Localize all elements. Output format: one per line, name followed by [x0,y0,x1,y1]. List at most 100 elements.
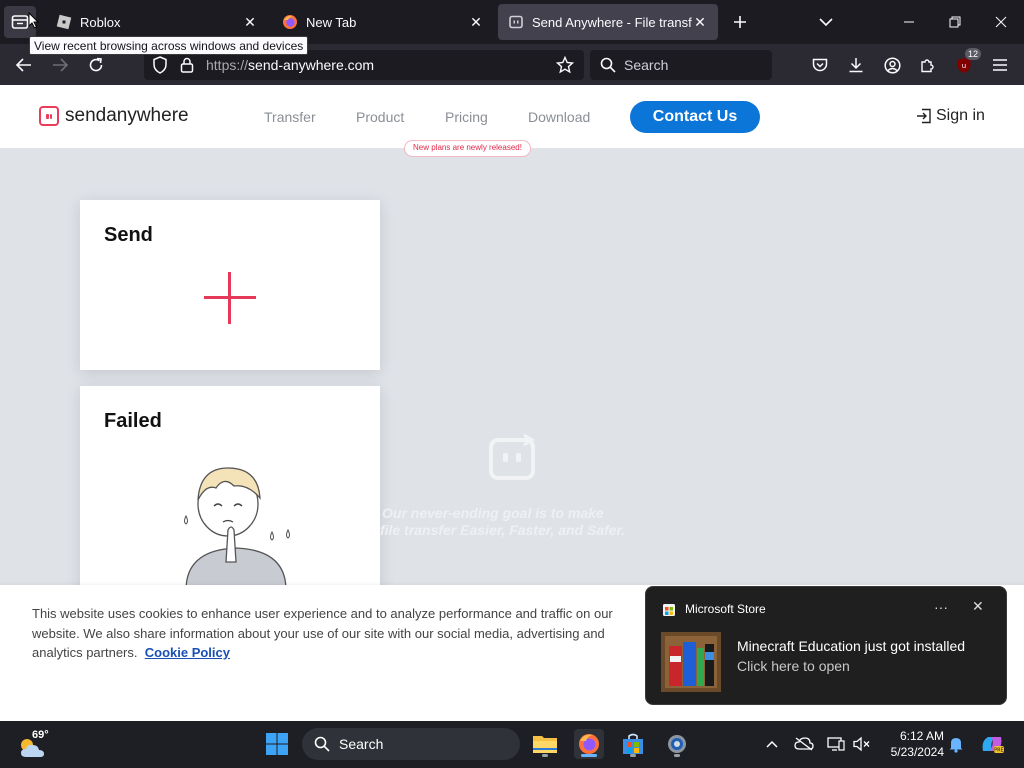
nav-pricing[interactable]: Pricing [445,109,488,125]
chevron-up-icon [766,740,778,748]
pocket-icon [812,58,828,71]
cookie-policy-link[interactable]: Cookie Policy [145,645,230,660]
system-clock[interactable]: 6:12 AM 5/23/2024 [880,728,944,760]
volume-tray-icon[interactable] [852,733,872,755]
copilot-button[interactable]: PRE [978,733,1006,755]
firefox-taskbar-button[interactable] [574,729,604,759]
send-anywhere-logo-icon [39,106,59,126]
close-tab-icon[interactable]: ✕ [242,14,258,30]
start-button[interactable] [262,729,292,759]
send-card-title: Send [104,224,153,246]
close-window-button[interactable] [978,0,1024,44]
puzzle-icon [921,59,934,73]
add-file-plus-icon[interactable] [204,272,256,324]
clock-date: 5/23/2024 [890,745,944,759]
main-content: Send Failed Our never-ending goal is to … [0,150,1024,585]
forward-button[interactable] [46,51,74,79]
sign-in-icon [917,108,931,124]
tab-roblox[interactable]: Roblox ✕ [46,4,268,40]
windows-notification-toast[interactable]: Microsoft Store ··· ✕ Minecraft Educatio… [645,586,1007,705]
cookie-message: This website uses cookies to enhance use… [32,606,613,660]
logo-text-suffix: anywhere [106,105,189,126]
send-card[interactable]: Send [80,200,380,370]
sign-in-label: Sign in [936,107,985,124]
toast-close-icon[interactable]: ✕ [972,598,984,615]
svg-text:u: u [962,62,966,70]
send-anywhere-favicon-icon [509,15,523,29]
nav-download[interactable]: Download [528,109,590,125]
toast-more-options-icon[interactable]: ··· [934,599,948,615]
extensions-button[interactable] [914,51,942,79]
firefox-icon [579,734,599,754]
copilot-icon: PRE [982,737,1004,754]
new-tab-button[interactable] [726,8,754,36]
back-button[interactable] [10,51,38,79]
bookmark-star-icon[interactable] [556,56,574,74]
ublock-extension-button[interactable]: u 12 [950,48,981,79]
microsoft-store-button[interactable] [618,729,648,759]
failed-card: Failed [80,386,380,585]
running-indicator [542,754,548,757]
tooltip: View recent browsing across windows and … [29,36,309,55]
search-bar[interactable]: Search [590,50,772,80]
cloud-offline-icon [794,737,814,751]
network-tray-icon[interactable] [826,733,846,755]
settings-button[interactable] [662,729,692,759]
firefox-view-icon [11,15,29,29]
tab-new-tab[interactable]: New Tab ✕ [272,4,494,40]
forward-arrow-icon [53,58,68,72]
show-hidden-icons-button[interactable] [762,733,782,755]
slogan-line-1: Our never-ending goal is to make [382,505,604,521]
plus-icon [734,16,746,28]
close-tab-icon[interactable]: ✕ [468,14,484,30]
reload-icon [89,57,103,72]
toast-subtitle: Click here to open [737,658,850,674]
account-icon [883,56,901,74]
microsoft-store-icon [623,733,643,754]
downloads-button[interactable] [842,51,870,79]
notifications-button[interactable] [946,733,966,755]
svg-text:PRE: PRE [994,748,1004,754]
weather-widget[interactable]: 69° [18,729,52,759]
taskbar-search-label: Search [339,736,384,752]
list-all-tabs-button[interactable] [812,8,840,36]
speaker-muted-icon [853,736,870,752]
account-button[interactable] [878,51,906,79]
tab-send-anywhere[interactable]: Send Anywhere - File transfer ✕ [498,4,718,40]
sign-in-link[interactable]: Sign in [916,107,985,125]
toast-title: Minecraft Education just got installed [737,638,966,654]
site-header: send anywhere Transfer Product Pricing Do… [0,85,1024,157]
reload-button[interactable] [82,51,110,79]
tab-label: New Tab [306,14,357,30]
shield-icon[interactable] [152,56,168,74]
bell-icon [949,738,963,753]
url-text[interactable]: https://send-anywhere.com [206,57,374,73]
menu-button[interactable] [986,51,1014,79]
lock-icon[interactable] [180,57,194,73]
running-indicator [630,754,636,757]
download-icon [849,58,863,73]
nav-transfer[interactable]: Transfer [264,109,316,125]
taskbar-search[interactable]: Search [302,728,520,760]
file-explorer-button[interactable] [530,729,560,759]
restore-button[interactable] [932,0,978,44]
pocket-button[interactable] [806,51,834,79]
mouse-cursor-icon [28,12,39,29]
minimize-button[interactable] [886,0,932,44]
cookie-banner-text: This website uses cookies to enhance use… [32,604,632,663]
nav-product[interactable]: Product [356,109,404,125]
send-anywhere-watermark-icon [489,434,535,480]
onedrive-tray-icon[interactable] [794,733,814,755]
contact-us-button[interactable]: Contact Us [630,101,760,133]
new-plans-badge: New plans are newly released! [404,140,531,157]
search-icon [314,736,330,752]
firefox-favicon-icon [283,15,297,29]
folder-icon [533,736,557,753]
search-placeholder: Search [624,57,669,73]
send-anywhere-logo[interactable]: send anywhere [39,105,189,127]
extension-badge: 12 [964,48,981,60]
toast-app-name: Microsoft Store [685,602,766,616]
tab-label: Roblox [80,14,121,30]
close-icon [995,16,1007,28]
close-tab-icon[interactable]: ✕ [692,14,708,30]
